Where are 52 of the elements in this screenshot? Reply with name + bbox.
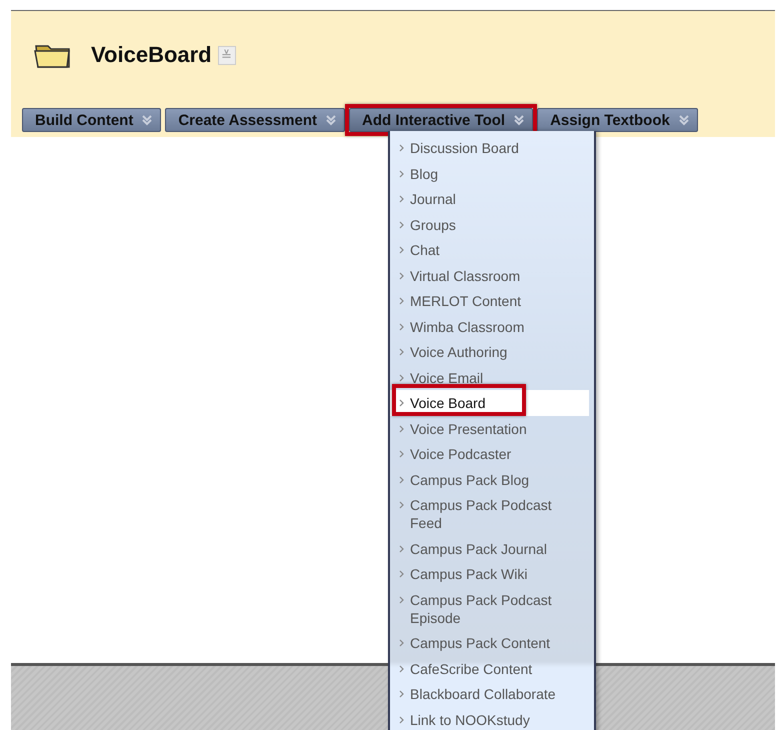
toolbar-menu-button[interactable]: Build Content	[22, 108, 162, 132]
menu-item[interactable]: Blog	[390, 160, 594, 186]
chevron-icon	[399, 220, 405, 228]
menu-item[interactable]: Journal	[390, 186, 594, 212]
menu-item[interactable]: Voice Podcaster	[390, 441, 594, 466]
double-chevron-icon	[678, 114, 690, 126]
chevron-icon	[399, 639, 405, 647]
menu-item[interactable]: Blackboard Collaborate	[390, 681, 594, 706]
menu-item[interactable]: Discussion Board	[390, 135, 594, 160]
chevron-icon	[399, 664, 405, 672]
chevron-icon	[399, 596, 405, 604]
toolbar-menu-button[interactable]: Assign Textbook	[537, 108, 698, 132]
chevron-icon	[399, 348, 405, 356]
chevron-icon	[399, 544, 405, 552]
menu-item[interactable]: MERLOT Content	[390, 288, 594, 314]
menu-item[interactable]: Wimba Classroom	[390, 314, 594, 339]
menu-item[interactable]: Campus Pack Podcast Feed	[390, 492, 594, 536]
menu-item[interactable]: CafeScribe Content	[390, 656, 594, 681]
chevron-icon	[399, 399, 405, 407]
menu-item[interactable]: Campus Pack Podcast Episode	[390, 586, 594, 630]
toolbar-menu-button[interactable]: Create Assessment	[165, 108, 346, 132]
chevron-icon	[399, 170, 405, 178]
menu-item[interactable]: Groups	[390, 212, 594, 237]
menu-item[interactable]: Campus Pack Wiki	[390, 561, 594, 586]
double-chevron-icon	[325, 114, 338, 126]
menu-item[interactable]: Campus Pack Content	[390, 630, 594, 656]
page-title: VoiceBoard	[91, 42, 212, 68]
double-chevron-icon	[141, 114, 154, 126]
chevron-icon	[399, 570, 405, 578]
menu-item[interactable]: Campus Pack Blog	[390, 466, 594, 492]
chevron-icon	[399, 195, 405, 203]
chevron-icon	[399, 690, 405, 698]
double-chevron-icon	[513, 114, 526, 126]
menu-item[interactable]: Voice Email	[390, 364, 594, 390]
chevron-icon	[399, 716, 405, 724]
chevron-icon	[399, 297, 405, 305]
chevron-icon	[399, 374, 405, 382]
menu-item[interactable]: Chat	[390, 237, 594, 262]
menu-item[interactable]: Virtual Classroom	[390, 262, 594, 288]
chevron-icon	[399, 476, 405, 484]
chevron-icon	[399, 322, 405, 330]
toolbar-menu-button[interactable]: Add Interactive Tool	[349, 108, 534, 132]
menu-item[interactable]: Voice Authoring	[390, 339, 594, 364]
chevron-icon	[399, 246, 405, 254]
chevron-icon	[399, 424, 405, 432]
chevron-icon	[399, 450, 405, 458]
chevron-icon	[399, 272, 405, 280]
menu-item[interactable]: Link to NOOKstudy	[390, 706, 594, 730]
chevron-icon	[399, 144, 405, 152]
menu-item[interactable]: Voice Presentation	[390, 416, 594, 441]
menu-item[interactable]: Campus Pack Journal	[390, 536, 594, 561]
chevron-icon	[399, 501, 405, 509]
